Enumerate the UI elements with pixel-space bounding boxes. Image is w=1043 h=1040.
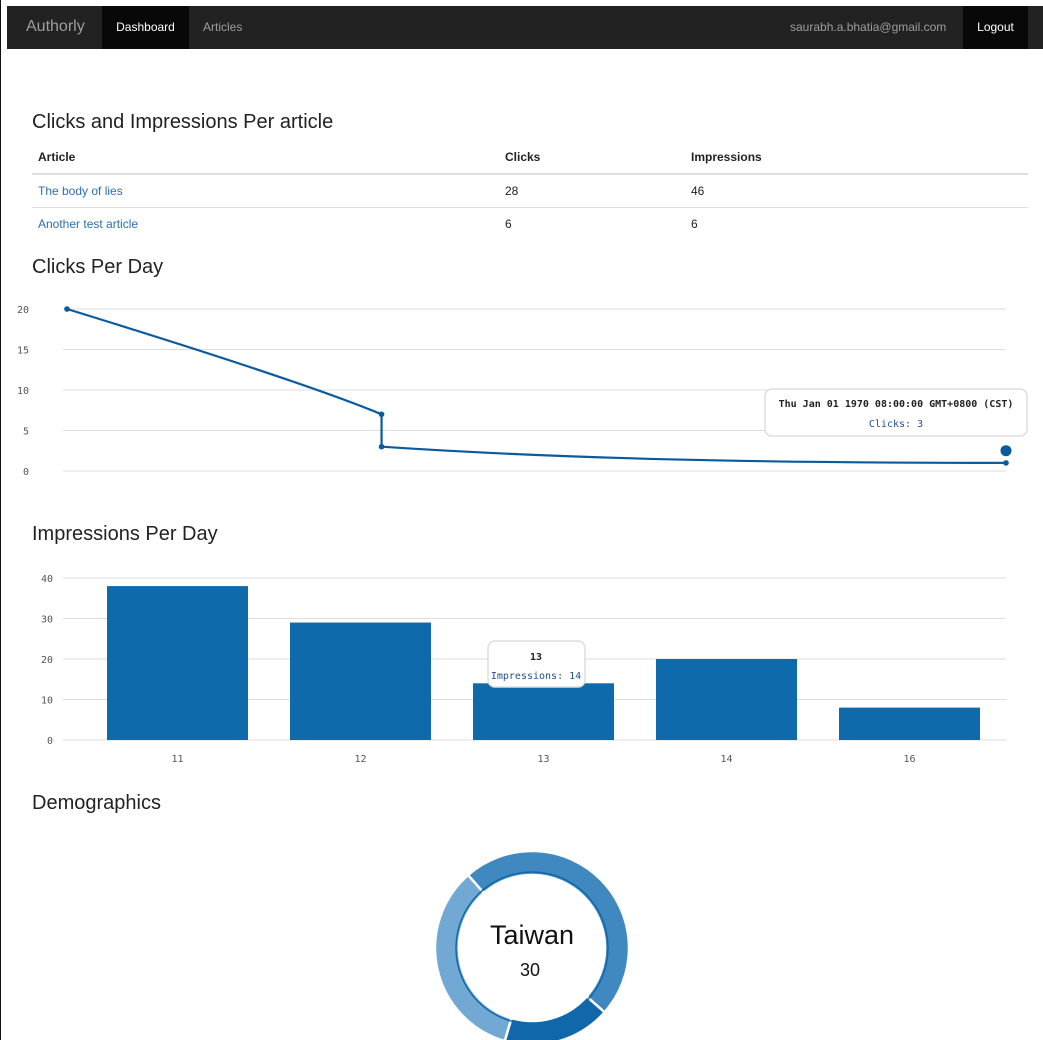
demographics-donut-chart: Taiwan 30	[433, 849, 631, 1040]
y-tick-label: 20	[17, 305, 29, 316]
y-tick-label: 0	[47, 736, 53, 747]
x-tick-label: 11	[171, 754, 183, 765]
bar	[290, 622, 431, 740]
header-article: Article	[32, 140, 499, 175]
data-point	[64, 306, 70, 312]
bar	[839, 707, 980, 740]
hovered-data-point	[1000, 445, 1012, 457]
y-tick-label: 10	[17, 386, 29, 397]
bar	[473, 683, 614, 740]
bar	[107, 586, 248, 740]
x-tick-label: 16	[903, 754, 915, 765]
x-tick-label: 14	[720, 754, 732, 765]
table-row: The body of lies 28 46	[32, 174, 1028, 208]
bar	[656, 659, 797, 740]
impressions-chart-title: Impressions Per Day	[32, 523, 218, 545]
x-tick-label: 12	[354, 754, 366, 765]
y-tick-label: 30	[41, 615, 53, 626]
impressions-cell: 46	[685, 174, 1028, 208]
data-point	[1003, 460, 1009, 466]
chart-tooltip: Thu Jan 01 1970 08:00:00 GMT+0800 (CST) C…	[764, 388, 1028, 437]
tooltip-header: Thu Jan 01 1970 08:00:00 GMT+0800 (CST)	[779, 399, 1014, 410]
y-tick-label: 10	[41, 696, 53, 707]
nav-dashboard[interactable]: Dashboard	[102, 6, 189, 49]
navbar: Authorly Dashboard Articles saurabh.a.bh…	[7, 6, 1043, 49]
donut-center-label: Taiwan	[490, 920, 574, 950]
data-point	[378, 411, 385, 418]
donut-slice	[503, 994, 607, 1040]
impressions-bar-chart: 0 10 20 30 40 11 12 13 14 16 13 Impressions: 14	[41, 574, 1006, 765]
article-link[interactable]: The body of lies	[38, 184, 123, 198]
donut-center-value: 30	[520, 960, 540, 980]
header-impressions: Impressions	[685, 140, 1028, 175]
table-title: Clicks and Impressions Per article	[32, 111, 334, 133]
articles-table: Article Clicks Impressions The body of l…	[32, 140, 1028, 240]
clicks-cell: 6	[505, 217, 512, 231]
y-tick-label: 5	[23, 427, 29, 438]
user-email[interactable]: saurabh.a.bhatia@gmail.com	[790, 6, 946, 49]
table-header-row: Article Clicks Impressions	[32, 140, 1028, 175]
y-tick-label: 20	[41, 655, 53, 666]
clicks-line-chart: 0 5 10 15 20 Thu Jan 01 1970 08:00:00 GMT+080…	[17, 305, 1028, 478]
chart-tooltip: 13 Impressions: 14	[487, 640, 586, 688]
tooltip-value: Clicks: 3	[869, 419, 923, 430]
article-link[interactable]: Another test article	[38, 217, 138, 231]
clicks-chart-title: Clicks Per Day	[32, 256, 164, 278]
tooltip-header: 13	[530, 652, 542, 663]
logout-button[interactable]: Logout	[963, 6, 1028, 49]
x-tick-label: 13	[537, 754, 549, 765]
y-tick-label: 40	[41, 574, 53, 585]
clicks-series-line	[66, 307, 1007, 464]
y-tick-label: 0	[23, 467, 29, 478]
impressions-cell: 6	[691, 217, 698, 231]
brand-logo[interactable]: Authorly	[26, 18, 85, 36]
data-point	[378, 443, 385, 450]
demographics-title: Demographics	[32, 792, 161, 814]
y-tick-label: 15	[17, 346, 29, 357]
tooltip-value: Impressions: 14	[491, 671, 581, 682]
header-clicks: Clicks	[499, 140, 685, 175]
clicks-cell: 28	[499, 174, 685, 208]
table-row: Another test article 6 6	[32, 208, 1028, 241]
nav-articles[interactable]: Articles	[203, 6, 242, 49]
